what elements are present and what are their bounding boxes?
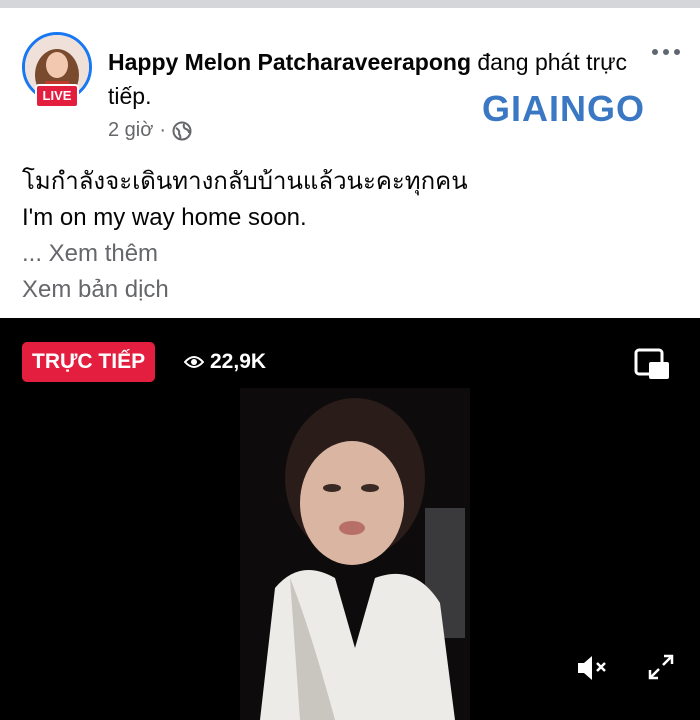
expand-icon[interactable] [646, 652, 676, 682]
post-body: โมกำลังจะเดินทางกลับบ้านแล้วนะคะทุกคน I'… [22, 164, 468, 236]
feed-divider [0, 0, 700, 8]
eye-icon [184, 356, 204, 368]
watermark-logo: GIAINGO [482, 88, 646, 129]
author-avatar[interactable]: LIVE [22, 32, 96, 108]
see-more-link[interactable]: ... Xem thêm [22, 236, 158, 272]
globe-icon[interactable] [172, 121, 192, 141]
live-video-player[interactable]: TRỰC TIẾP 22,9K [0, 318, 700, 720]
live-badge: LIVE [35, 84, 79, 108]
post-time[interactable]: 2 giờ [108, 119, 153, 142]
more-horizontal-icon[interactable] [646, 42, 686, 62]
post-meta: 2 giờ · [108, 119, 192, 142]
picture-in-picture-icon[interactable] [632, 346, 672, 382]
video-frame [240, 388, 470, 720]
post-body-line: I'm on my way home soon. [22, 204, 307, 231]
meta-separator: · [159, 119, 167, 141]
author-name[interactable]: Happy Melon Patcharaveerapong [108, 49, 471, 75]
speaker-muted-icon[interactable] [574, 650, 610, 686]
viewer-count-value: 22,9K [210, 350, 267, 373]
live-post-card: LIVE Happy Melon Patcharaveerapong đang … [0, 8, 700, 318]
post-body-line: โมกำลังจะเดินทางกลับบ้านแล้วนะคะทุกคน [22, 168, 468, 195]
viewer-count: 22,9K [184, 342, 266, 382]
live-label: TRỰC TIẾP [22, 342, 156, 382]
see-translation-link[interactable]: Xem bản dịch [22, 272, 169, 308]
